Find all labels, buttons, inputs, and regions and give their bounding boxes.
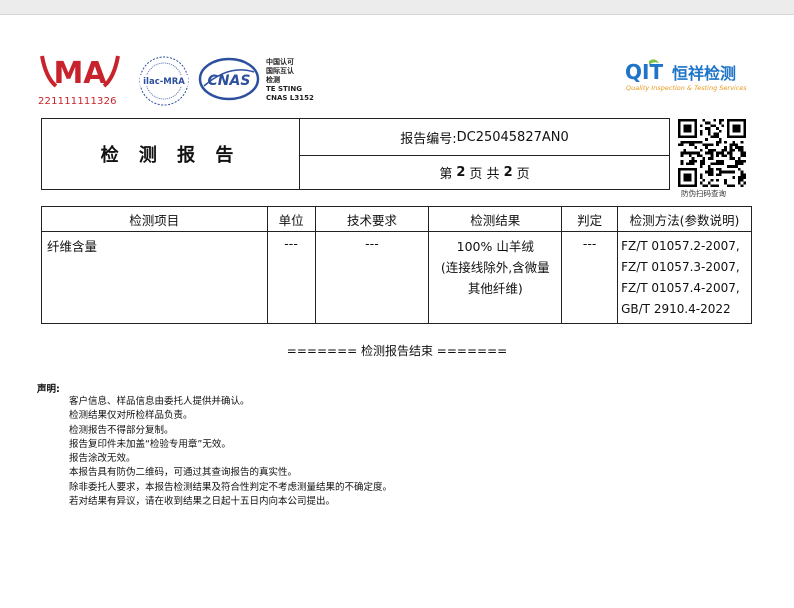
report-number-row: 报告编号: DC25045827AN0	[300, 119, 669, 156]
statement-item: 检测报告不得部分复制。	[69, 424, 174, 436]
cnas-logo: CNAS	[198, 57, 260, 101]
table-header-row: 检测项目 单位 技术要求 检测结果 判定 检测方法(参数说明)	[41, 206, 752, 232]
cnas-logo-text: CNAS	[208, 73, 251, 89]
statement-item: 检测结果仅对所检样品负责。	[69, 410, 193, 422]
company-name-en: Quality Inspection & Testing Services	[626, 84, 747, 92]
report-end-marker: ======= 检测报告结束 =======	[286, 344, 508, 358]
cell-requirement: ---	[314, 231, 430, 324]
result-line: 其他纤维)	[467, 281, 523, 296]
table-row: 纤维含量 --- --- 100% 山羊绒 (连接线除外,含微量 其他纤维) -…	[41, 231, 752, 324]
report-header-box: 检 测 报 告 报告编号: DC25045827AN0 第 2 页 共 2 页	[41, 118, 670, 190]
statement-item: 报告复印件未加盖“检验专用章”无效。	[69, 438, 231, 450]
qr-caption: 防伪扫码查询	[681, 189, 726, 198]
cma-number: 221111111326	[38, 96, 117, 107]
col-header-judgement: 判定	[561, 206, 619, 232]
cnas-line: 检测	[266, 76, 280, 84]
statement-item: 报告涂改无效。	[69, 453, 136, 465]
cell-judgement: ---	[561, 231, 619, 324]
statement-item: 除非委托人要求，本报告检测结果及符合性判定不考虑测量结果的不确定度。	[69, 481, 393, 493]
cell-method: FZ/T 01057.2-2007, FZ/T 01057.3-2007, FZ…	[617, 231, 752, 324]
page-mid: 页 共	[469, 167, 500, 182]
col-header-unit: 单位	[266, 206, 316, 232]
method-line: FZ/T 01057.2-2007,	[621, 239, 740, 253]
statement-item: 若对结果有异议，请在收到结果之日起十五日内向本公司提出。	[69, 496, 336, 508]
cnas-line: 国际互认	[266, 67, 294, 75]
method-line: FZ/T 01057.4-2007,	[621, 281, 740, 295]
cnas-line: 中国认可	[266, 58, 294, 66]
page-prefix: 第	[439, 167, 453, 182]
col-header-item: 检测项目	[41, 206, 268, 232]
ilac-logo-text: ilac-MRA	[143, 77, 185, 87]
col-header-requirement: 技术要求	[314, 206, 430, 232]
page-current: 2	[456, 165, 466, 180]
results-table: 检测项目 单位 技术要求 检测结果 判定 检测方法(参数说明) 纤维含量 ---…	[41, 206, 752, 324]
statement-item: 客户信息、样品信息由委托人提供并确认。	[69, 396, 250, 407]
cnas-line: TE STING	[266, 85, 303, 93]
viewer-top-bar	[0, 0, 794, 15]
col-header-result: 检测结果	[428, 206, 563, 232]
report-number-label: 报告编号:	[400, 131, 457, 147]
company-name-cn: 恒祥检测	[672, 64, 736, 83]
result-line: 100% 山羊绒	[456, 239, 534, 254]
page-suffix: 页	[516, 167, 530, 182]
page-indicator: 第 2 页 共 2 页	[300, 156, 669, 189]
cnas-accreditation-text: 中国认可 国际互认 检测 TE STING CNAS L3152	[266, 58, 314, 103]
qit-logo-text: QIT	[625, 60, 663, 84]
report-title: 检 测 报 告	[42, 119, 300, 189]
method-line: FZ/T 01057.3-2007,	[621, 260, 740, 274]
cell-item: 纤维含量	[41, 231, 268, 324]
page-total: 2	[503, 165, 513, 180]
cma-logo-text: MA	[53, 56, 107, 91]
method-line: GB/T 2910.4-2022	[621, 302, 731, 316]
col-header-method: 检测方法(参数说明)	[617, 206, 752, 232]
statement-list: 客户信息、样品信息由委托人提供并确认。 检测结果仅对所检样品负责。 检测报告不得…	[69, 395, 392, 509]
cell-unit: ---	[266, 231, 316, 324]
cell-result: 100% 山羊绒 (连接线除外,含微量 其他纤维)	[428, 231, 563, 324]
anti-counterfeit-qr-code[interactable]	[678, 119, 746, 187]
result-line: (连接线除外,含微量	[440, 260, 550, 275]
report-number: DC25045827AN0	[456, 129, 569, 145]
statement-title: 声明:	[37, 384, 60, 395]
ilac-mra-logo: ilac-MRA	[139, 56, 189, 106]
statement-item: 本报告具有防伪二维码，可通过其查询报告的真实性。	[69, 467, 298, 479]
cnas-line: CNAS L3152	[266, 94, 314, 102]
